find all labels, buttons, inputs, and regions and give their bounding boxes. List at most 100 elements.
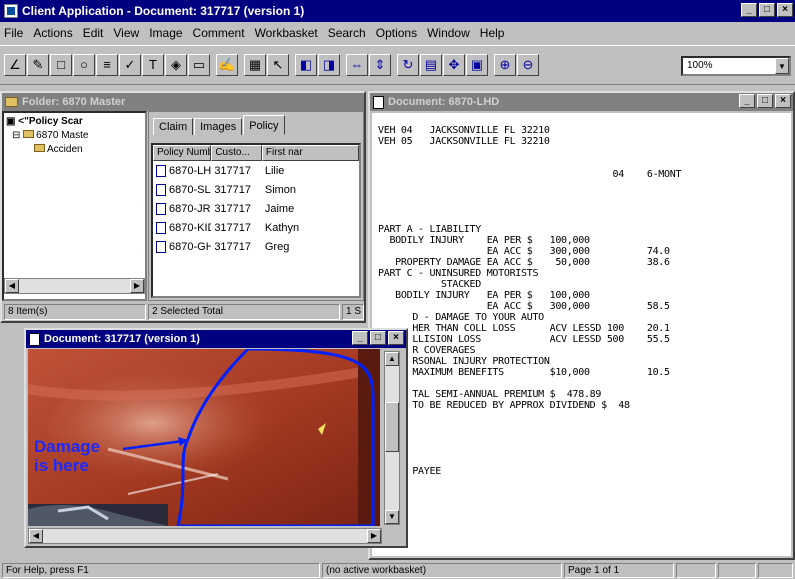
line-icon: ∠ bbox=[9, 57, 21, 72]
table-row[interactable]: 6870-SLD317717 Simon bbox=[153, 180, 359, 199]
ellipse-button[interactable]: ○ bbox=[73, 54, 95, 76]
column-header-policy-number[interactable]: Policy Number bbox=[153, 145, 212, 161]
document-text-titlebar[interactable]: Document: 6870-LHD _ □ × bbox=[370, 93, 793, 111]
scroll-right-icon[interactable]: ▶ bbox=[367, 529, 381, 543]
rotate-button[interactable]: ↻ bbox=[397, 54, 419, 76]
toolbar-group: ↻ ▤ ✥ ▣ bbox=[397, 54, 488, 76]
pan-button[interactable]: ✥ bbox=[443, 54, 465, 76]
page-back-button[interactable]: ◧ bbox=[295, 54, 317, 76]
table-row[interactable]: 6870-LHD317717 Lilie bbox=[153, 161, 359, 180]
column-header-first-name[interactable]: First nar bbox=[261, 145, 359, 161]
folder-window-titlebar[interactable]: Folder: 6870 Master bbox=[2, 93, 364, 111]
folder-status-selected: 2 Selected Total bbox=[148, 304, 340, 320]
menu-comment[interactable]: Comment bbox=[193, 26, 245, 40]
document-icon bbox=[29, 332, 40, 346]
tree-node-accident[interactable]: Acciden bbox=[6, 143, 143, 157]
tree-node-policy-scan[interactable]: ▣ <"Policy Scar bbox=[6, 115, 143, 129]
zoom-value: 100% bbox=[687, 60, 713, 71]
zoom-select[interactable]: 100% ▼ bbox=[681, 56, 791, 76]
menu-actions[interactable]: Actions bbox=[33, 26, 72, 40]
doc-maximize-button[interactable]: □ bbox=[757, 94, 773, 108]
tree-expand-icon[interactable]: ⊟ bbox=[12, 130, 23, 141]
fit-page-button[interactable]: ⇕ bbox=[369, 54, 391, 76]
menu-edit[interactable]: Edit bbox=[83, 26, 104, 40]
menu-window[interactable]: Window bbox=[427, 26, 470, 40]
frame-icon: ▣ bbox=[470, 57, 484, 72]
frame-button[interactable]: ▣ bbox=[466, 54, 488, 76]
document-icon bbox=[156, 202, 166, 215]
image-close-button[interactable]: × bbox=[388, 331, 404, 345]
fit-width-button[interactable]: ⇔ bbox=[346, 54, 368, 76]
tab-policy[interactable]: Policy bbox=[243, 115, 285, 135]
scroll-left-icon[interactable]: ◀ bbox=[29, 529, 43, 543]
status-page: Page 1 of 1 bbox=[564, 563, 674, 578]
image-hscrollbar[interactable]: ◀ ▶ bbox=[28, 528, 382, 544]
pen-button[interactable]: ✎ bbox=[27, 54, 49, 76]
damage-annotation[interactable]: Damage is here bbox=[34, 437, 100, 475]
menu-file[interactable]: File bbox=[4, 26, 23, 40]
chevron-down-icon[interactable]: ▼ bbox=[775, 58, 789, 74]
folder-icon bbox=[5, 97, 18, 107]
stamp-button[interactable]: ▭ bbox=[188, 54, 210, 76]
cell-first-name: Simon bbox=[264, 183, 297, 196]
table-row[interactable]: 6870-JRD317717 Jaime bbox=[153, 199, 359, 218]
image-vscrollbar[interactable]: ▲ ▼ bbox=[384, 351, 400, 525]
scroll-up-icon[interactable]: ▲ bbox=[385, 352, 399, 366]
menu-help[interactable]: Help bbox=[480, 26, 505, 40]
tab-images[interactable]: Images bbox=[194, 118, 243, 135]
app-close-button[interactable]: × bbox=[777, 3, 793, 17]
check-button[interactable]: ✓ bbox=[119, 54, 141, 76]
thumbnails-button[interactable]: ▤ bbox=[420, 54, 442, 76]
table-row[interactable]: 6870-GHD317717 Greg bbox=[153, 237, 359, 256]
menu-options[interactable]: Options bbox=[376, 26, 417, 40]
app-maximize-button[interactable]: □ bbox=[759, 3, 775, 17]
highlight-button[interactable]: ◈ bbox=[165, 54, 187, 76]
toolbar: ∠ ✎ □ ○ ≡ ✓ T ◈ ▭ ✍ ▦ ↖ ◧ ◨ ⇔ ⇕ ↻ ▤ ✥ ▣ ⊕ ⊖ 100% ▼ bbox=[0, 45, 795, 85]
doc-close-button[interactable]: × bbox=[775, 94, 791, 108]
app-window: Client Application - Document: 317717 (v… bbox=[0, 0, 795, 579]
column-header-customer[interactable]: Custo... bbox=[211, 145, 262, 161]
zoom-out-button[interactable]: ⊖ bbox=[517, 54, 539, 76]
pointer-button[interactable]: ↖ bbox=[267, 54, 289, 76]
menu-search[interactable]: Search bbox=[328, 26, 366, 40]
tree-hscrollbar[interactable]: ◀ ▶ bbox=[4, 278, 145, 294]
lines-button[interactable]: ≡ bbox=[96, 54, 118, 76]
cell-first-name: Greg bbox=[264, 240, 290, 253]
car-damage-photo[interactable]: Damage is here bbox=[28, 349, 380, 526]
status-empty-2 bbox=[718, 563, 756, 578]
image-minimize-button[interactable]: _ bbox=[352, 331, 368, 345]
cell-customer: 317717 bbox=[214, 240, 252, 253]
tab-claim[interactable]: Claim bbox=[153, 118, 194, 135]
cell-policy-number: 6870-LHD bbox=[153, 164, 212, 177]
page-forward-button[interactable]: ◨ bbox=[318, 54, 340, 76]
grid-button[interactable]: ▦ bbox=[244, 54, 266, 76]
zoom-in-button[interactable]: ⊕ bbox=[494, 54, 516, 76]
app-minimize-button[interactable]: _ bbox=[741, 3, 757, 17]
image-maximize-button[interactable]: □ bbox=[370, 331, 386, 345]
scroll-right-icon[interactable]: ▶ bbox=[130, 279, 144, 293]
cell-first-name: Kathyn bbox=[264, 221, 300, 234]
line-button[interactable]: ∠ bbox=[4, 54, 26, 76]
image-window-titlebar[interactable]: Document: 317717 (version 1) _ □ × bbox=[26, 330, 406, 348]
document-text-area[interactable]: VEH 04 JACKSONVILLE FL 32210 VEH 05 JACK… bbox=[372, 113, 791, 556]
table-row[interactable]: 6870-KID 317717 Kathyn bbox=[153, 218, 359, 237]
scroll-thumb[interactable] bbox=[385, 402, 399, 452]
tree-node-master[interactable]: ⊟ 6870 Maste bbox=[6, 129, 143, 143]
menu-workbasket[interactable]: Workbasket bbox=[255, 26, 318, 40]
text-button[interactable]: T bbox=[142, 54, 164, 76]
document-icon bbox=[373, 95, 384, 109]
doc-minimize-button[interactable]: _ bbox=[739, 94, 755, 108]
policy-number-text: 6870-LHD bbox=[169, 164, 212, 177]
folder-tree[interactable]: ▣ <"Policy Scar ⊟ 6870 Maste Acciden bbox=[2, 111, 147, 301]
sign-button[interactable]: ✍ bbox=[216, 54, 238, 76]
menu-view[interactable]: View bbox=[113, 26, 139, 40]
pen-icon: ✎ bbox=[32, 57, 44, 72]
policy-list[interactable]: Policy Number Custo... First nar 6870-LH… bbox=[151, 143, 361, 298]
rectangle-button[interactable]: □ bbox=[50, 54, 72, 76]
stamp-icon: ▭ bbox=[192, 57, 206, 72]
scroll-left-icon[interactable]: ◀ bbox=[5, 279, 19, 293]
policy-number-text: 6870-SLD bbox=[169, 183, 211, 196]
scroll-down-icon[interactable]: ▼ bbox=[385, 510, 399, 524]
lines-icon: ≡ bbox=[103, 57, 111, 72]
menu-image[interactable]: Image bbox=[149, 26, 182, 40]
